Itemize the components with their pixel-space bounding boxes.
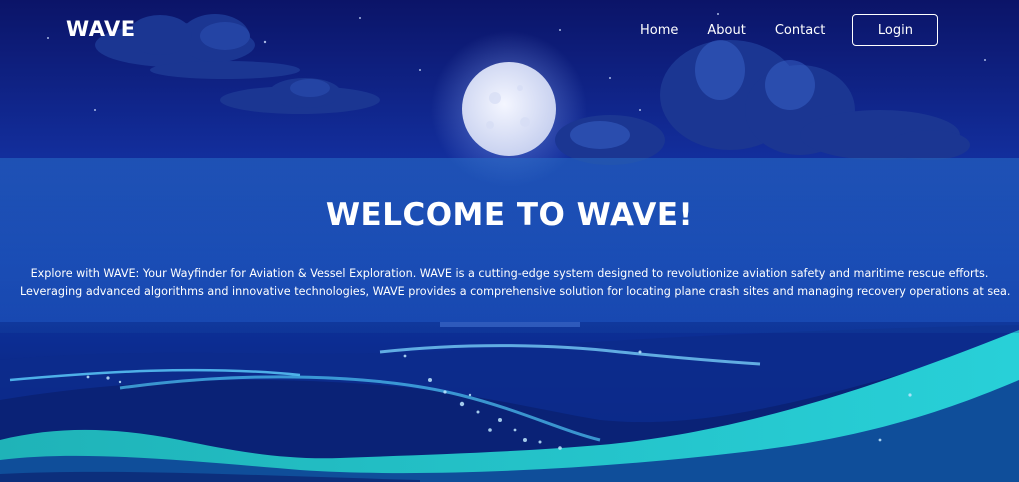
nav-links: Home About Contact Login bbox=[640, 14, 939, 46]
hero-title: WELCOME TO WAVE! bbox=[325, 197, 694, 233]
navbar: WAVE Home About Contact Login bbox=[0, 0, 1019, 60]
nav-home-link[interactable]: Home bbox=[640, 23, 678, 38]
hero-description-line-1: Explore with WAVE: Your Wayfinder for Av… bbox=[30, 267, 989, 280]
hero-overlay-band bbox=[0, 158, 1019, 333]
brand-logo[interactable]: WAVE bbox=[66, 17, 136, 41]
nav-about-link[interactable]: About bbox=[707, 23, 745, 38]
hero-description: Explore with WAVE: Your Wayfinder for Av… bbox=[20, 265, 1011, 301]
nav-contact-link[interactable]: Contact bbox=[775, 23, 826, 38]
hero-description-line-2: Leveraging advanced algorithms and innov… bbox=[20, 285, 1011, 298]
login-button[interactable]: Login bbox=[852, 14, 939, 46]
landing-page: WAVE Home About Contact Login WELCOME TO… bbox=[0, 0, 1019, 482]
